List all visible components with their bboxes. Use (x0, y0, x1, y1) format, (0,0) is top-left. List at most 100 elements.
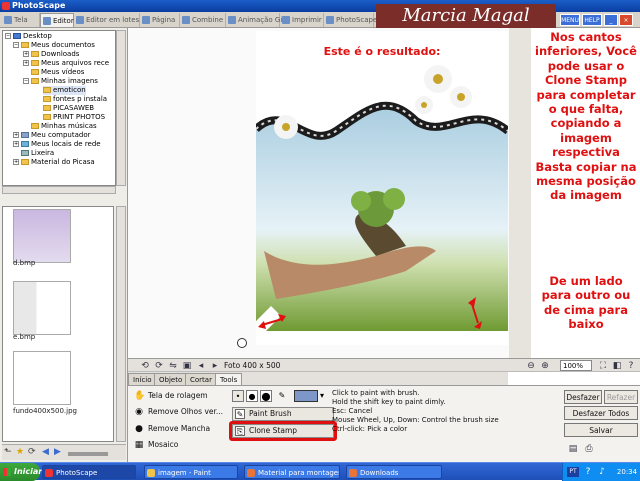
close-icon[interactable]: × (619, 14, 633, 26)
tab-objeto[interactable]: Objeto (154, 373, 188, 385)
tray-help-icon[interactable]: ? (583, 467, 593, 477)
tree-item-meus-documentos[interactable]: − Meus documentos (13, 41, 95, 50)
menu-button[interactable]: MENU (560, 14, 580, 26)
zoom-out-icon[interactable]: ⊖ (526, 361, 536, 371)
expand-icon[interactable]: + (13, 132, 19, 138)
tab-photoscape[interactable]: PhotoScape (324, 13, 377, 27)
undo-all-button[interactable]: Desfazer Todos (564, 406, 638, 420)
tree-item-desktop[interactable]: − Desktop (5, 32, 52, 41)
remove-stain-button[interactable]: ● Remove Mancha (134, 423, 210, 435)
tools-panel: ✋ Tela de rolagem ◉ Remove Olhos ver... ● R… (128, 385, 512, 462)
size-slider[interactable] (68, 452, 108, 456)
tree-item-downloads[interactable]: + Downloads (23, 50, 79, 59)
tab-imprimir[interactable]: Imprimir (280, 13, 324, 27)
task-downloads[interactable]: Downloads (346, 465, 442, 479)
zoom-in-icon[interactable]: ⊕ (540, 361, 550, 371)
tree-item-picasaweb[interactable]: PICASAWEB (43, 104, 94, 113)
rotate-right-icon[interactable]: ⟳ (154, 361, 164, 371)
forward-arrow-icon[interactable]: ▶ (54, 448, 63, 457)
tree-item-lixeira[interactable]: Lixeira (21, 149, 54, 158)
tab-tela[interactable]: Tela (2, 13, 40, 27)
tab-editor[interactable]: Editor (40, 13, 74, 27)
tab-tools[interactable]: Tools (215, 373, 243, 385)
volume-icon[interactable]: ♪ (597, 467, 607, 477)
expand-icon[interactable]: + (13, 141, 19, 147)
folder-icon (43, 87, 51, 93)
task-paint[interactable]: imagem - Paint (144, 465, 238, 479)
edited-photo[interactable]: Este é o resultado: (256, 31, 508, 345)
tab-cortar[interactable]: Cortar (185, 373, 217, 385)
folder-tree[interactable]: − Desktop − Meus documentos + Downloads + Me… (2, 30, 116, 186)
thumbnail-fundo[interactable] (13, 351, 71, 405)
clone-stamp-highlight (229, 421, 337, 441)
tree-item-emoticon[interactable]: emoticon (43, 86, 86, 95)
minimize-icon[interactable]: _ (604, 14, 618, 26)
tab-pagina[interactable]: Página (140, 13, 180, 27)
left-bottom-toolbar: ⬑ ★ ⟳ ◀ ▶ (2, 444, 126, 460)
favorite-icon[interactable]: ★ (16, 448, 25, 457)
new-file-icon[interactable]: ▤ (568, 444, 578, 454)
trash-icon (21, 150, 29, 156)
taskbar: Iniciar PhotoScape imagem - Paint Materi… (0, 462, 640, 481)
tree-item-meu-computador[interactable]: + Meu computador (13, 131, 90, 140)
expand-icon[interactable]: + (23, 60, 29, 66)
tree-item-minhas-imagens[interactable]: − Minhas imagens (23, 77, 98, 86)
print-icon[interactable]: ⎙ (584, 444, 594, 454)
tree-item-material-picasa[interactable]: + Material do Picasa (13, 158, 95, 167)
flip-icon[interactable]: ⇋ (168, 361, 178, 371)
red-eye-button[interactable]: ◉ Remove Olhos ver... (134, 406, 223, 418)
brush-cursor (237, 338, 247, 348)
help-button[interactable]: HELP (582, 14, 602, 26)
folder-icon (31, 51, 39, 57)
tab-inicio[interactable]: Início (128, 373, 157, 385)
undo-button[interactable]: Desfazer (564, 390, 602, 404)
thumbnail-d[interactable] (13, 209, 71, 263)
help-icon[interactable]: ? (626, 361, 636, 371)
start-button[interactable]: Iniciar (0, 463, 42, 481)
fit-icon[interactable]: ▣ (182, 361, 192, 371)
tree-horizontal-scrollbar[interactable] (2, 186, 116, 194)
refresh-icon[interactable]: ⟳ (28, 448, 37, 457)
zoom-select[interactable]: 100% (560, 360, 592, 371)
scroll-tool-button[interactable]: ✋ Tela de rolagem (134, 390, 208, 402)
network-icon (21, 141, 29, 147)
paint-brush-button[interactable]: ✎ Paint Brush (232, 407, 334, 421)
tree-item-print-photos[interactable]: PRINT PHOTOS (43, 113, 105, 122)
tree-item-locais-rede[interactable]: + Meus locais de rede (13, 140, 101, 149)
compare-icon[interactable]: ◧ (612, 361, 622, 371)
rotate-left-icon[interactable]: ⟲ (140, 361, 150, 371)
color-dropdown-icon[interactable]: ▾ (318, 390, 326, 402)
back-arrow-icon[interactable]: ◀ (42, 448, 51, 457)
brush-size-small[interactable]: • (232, 390, 244, 402)
brush-size-large[interactable]: ⬤ (260, 390, 272, 402)
brush-color-swatch[interactable] (294, 390, 318, 402)
tree-item-meus-videos[interactable]: Meus vídeos (31, 68, 84, 77)
brush-size-medium[interactable]: ● (246, 390, 258, 402)
thumbnail-list[interactable]: d.bmp e.bmp fundo400x500.jpg (2, 206, 114, 442)
tree-scrollbar[interactable] (116, 30, 126, 186)
fullscreen-icon[interactable]: ⛶ (598, 361, 608, 371)
thumbnail-scrollbar[interactable] (116, 206, 126, 442)
tree-item-fontes[interactable]: fontes p instala (43, 95, 107, 104)
prev-image-icon[interactable]: ◂ (196, 361, 206, 371)
eyedropper-icon[interactable]: ✎ (276, 390, 288, 402)
save-button[interactable]: Salvar (564, 423, 638, 437)
redo-button[interactable]: Refazer (604, 390, 638, 404)
tree-item-minhas-musicas[interactable]: Minhas músicas (31, 122, 97, 131)
collapse-icon[interactable]: − (13, 42, 19, 48)
up-folder-icon[interactable]: ⬑ (4, 448, 13, 457)
tree-item-meus-arquivos[interactable]: + Meus arquivos rece (23, 59, 109, 68)
collapse-icon[interactable]: − (23, 78, 29, 84)
task-material[interactable]: Material para montagens... (244, 465, 340, 479)
mosaic-button[interactable]: ▦ Mosaico (134, 439, 179, 451)
next-image-icon[interactable]: ▸ (210, 361, 220, 371)
tab-editor-lotes[interactable]: Editor em lotes (74, 13, 140, 27)
language-indicator[interactable]: PT (567, 467, 579, 477)
tab-animacao-gif[interactable]: Animação Gif (226, 13, 285, 27)
expand-icon[interactable]: + (23, 51, 29, 57)
expand-icon[interactable]: + (13, 159, 19, 165)
task-photoscape[interactable]: PhotoScape (42, 465, 136, 479)
thumbnail-e[interactable] (13, 281, 71, 335)
tab-combine[interactable]: Combine (180, 13, 226, 27)
collapse-icon[interactable]: − (5, 33, 11, 39)
